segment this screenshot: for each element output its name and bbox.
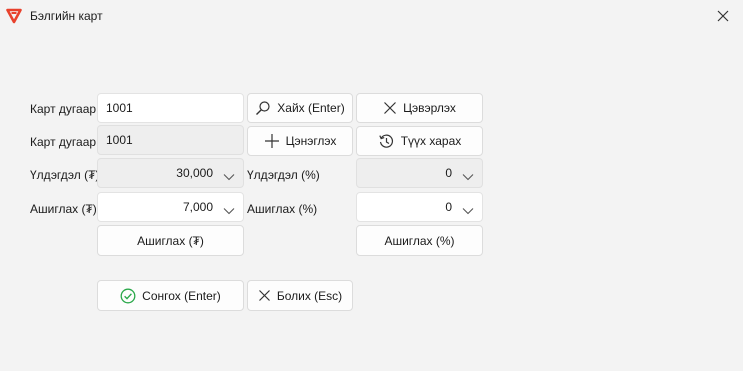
search-button[interactable]: Хайх (Enter) [247, 93, 353, 123]
history-button[interactable]: Түүх харах [356, 126, 483, 156]
cancel-button-label: Болих (Esc) [276, 288, 343, 303]
use-amount-field[interactable]: 7,000 [97, 192, 244, 222]
clear-button[interactable]: Цэвэрлэх [356, 93, 483, 123]
title-bar: Бэлгийн карт [0, 0, 743, 32]
card-number-input[interactable]: 1001 [97, 93, 244, 123]
chevron-down-icon[interactable] [462, 204, 474, 218]
balance-percent-field: 0 [356, 158, 483, 188]
use-percent-label: Ашиглах (%) [247, 202, 318, 216]
balance-amount-value: 30,000 [176, 166, 213, 180]
chevron-down-icon [223, 170, 235, 184]
topup-button[interactable]: Цэнэглэх [247, 126, 353, 156]
select-button-label: Сонгох (Enter) [142, 288, 221, 303]
chevron-down-icon [462, 170, 474, 184]
balance-amount-label: Үлдэгдэл (₮) [30, 168, 100, 182]
use-amount-button[interactable]: Ашиглах (₮) [97, 225, 244, 256]
window-title: Бэлгийн карт [30, 9, 103, 23]
card-number-label-2: Карт дугаар [30, 135, 97, 149]
select-button[interactable]: Сонгох (Enter) [97, 280, 244, 311]
use-amount-value[interactable]: 7,000 [183, 200, 213, 214]
window-close-button[interactable] [710, 5, 736, 27]
use-amount-label: Ашиглах (₮) [30, 202, 97, 216]
topup-button-label: Цэнэглэх [285, 134, 337, 148]
card-number-label: Карт дугаар [30, 102, 97, 116]
clear-button-label: Цэвэрлэх [403, 101, 456, 115]
check-circle-icon [120, 288, 136, 304]
use-percent-field[interactable]: 0 [356, 192, 483, 222]
balance-amount-field: 30,000 [97, 158, 244, 188]
history-button-label: Түүх харах [400, 134, 462, 148]
use-amount-button-label: Ашиглах (₮) [137, 233, 204, 248]
history-icon [378, 133, 395, 150]
use-percent-button[interactable]: Ашиглах (%) [356, 225, 483, 256]
use-percent-button-label: Ашиглах (%) [384, 233, 455, 248]
search-icon [255, 100, 271, 116]
use-percent-value[interactable]: 0 [445, 200, 452, 214]
search-button-label: Хайх (Enter) [277, 101, 345, 115]
card-number-display: 1001 [97, 125, 244, 155]
chevron-down-icon[interactable] [223, 204, 235, 218]
close-icon [258, 289, 271, 302]
balance-percent-value: 0 [445, 166, 452, 180]
balance-percent-label: Үлдэгдэл (%) [247, 168, 320, 182]
app-logo-icon [6, 8, 22, 24]
close-icon [383, 101, 397, 115]
plus-icon [264, 133, 280, 149]
cancel-button[interactable]: Болих (Esc) [247, 280, 353, 311]
